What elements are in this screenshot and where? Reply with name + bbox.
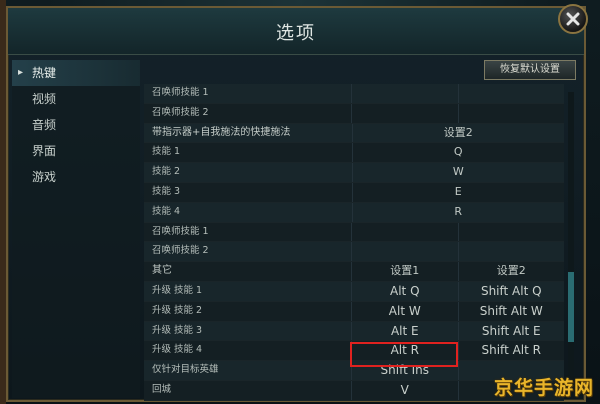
close-button[interactable] <box>558 4 588 34</box>
section-label: 其它 <box>152 265 172 277</box>
table-row: 召唤师技能 2 <box>144 242 564 263</box>
key-slot-2[interactable] <box>457 242 564 262</box>
sidebar-item-interface[interactable]: 界面 <box>12 138 140 164</box>
sidebar: 热键 视频 音频 界面 游戏 <box>12 60 140 398</box>
scrollbar[interactable] <box>568 92 574 388</box>
sidebar-item-video[interactable]: 视频 <box>12 86 140 112</box>
watermark: 京华手游网 <box>493 377 594 399</box>
key-slot-2[interactable]: Shift Alt R <box>457 341 564 361</box>
key-slot-1[interactable] <box>351 84 457 103</box>
key-slot[interactable]: R <box>351 202 564 222</box>
table-row: 升级 技能 2 Alt W Shift Alt W <box>144 301 564 322</box>
table-row: 召唤师技能 2 <box>144 103 564 124</box>
highlight-annotation <box>350 342 458 367</box>
table-row: 技能 2 W <box>144 163 564 183</box>
row-label: 升级 技能 4 <box>152 344 203 356</box>
sidebar-item-hotkeys[interactable]: 热键 <box>12 60 140 86</box>
key-slot-2[interactable] <box>457 222 564 242</box>
sidebar-item-game[interactable]: 游戏 <box>12 164 140 190</box>
close-icon <box>566 12 580 26</box>
sidebar-item-label: 热键 <box>32 66 57 80</box>
table-row: 升级 技能 1 Alt Q Shift Alt Q <box>144 281 564 302</box>
sidebar-item-label: 视频 <box>32 92 57 106</box>
row-label: 召唤师技能 1 <box>152 87 209 98</box>
sidebar-item-label: 游戏 <box>32 170 57 184</box>
key-slot-1[interactable] <box>351 103 457 123</box>
key-slot[interactable]: W <box>351 163 564 182</box>
table-row: 召唤师技能 1 <box>144 84 564 104</box>
row-label: 升级 技能 2 <box>152 304 203 316</box>
key-slot[interactable]: E <box>351 182 564 202</box>
key-slot-2[interactable]: Shift Alt E <box>457 321 564 341</box>
scrollbar-thumb[interactable] <box>568 272 574 342</box>
titlebar: 选项 <box>8 8 584 55</box>
window-title: 选项 <box>276 23 316 44</box>
row-label: 技能 2 <box>152 166 181 178</box>
table-row: 技能 3 E <box>144 182 564 203</box>
row-label: 升级 技能 1 <box>152 284 203 296</box>
table-section-header: 其它 设置1 设置2 <box>144 262 564 282</box>
table-row: 技能 1 Q <box>144 143 564 164</box>
row-label: 技能 4 <box>152 205 181 217</box>
key-slot-1[interactable] <box>351 222 457 242</box>
sidebar-item-label: 音频 <box>32 118 57 132</box>
row-label: 仅针对目标英雄 <box>152 364 219 376</box>
key-slot-2[interactable]: Shift Alt W <box>457 301 564 321</box>
section-label: 带指示器+自我施法的快捷施法 <box>152 126 291 138</box>
key-slot-1[interactable]: Alt Q <box>351 281 457 301</box>
row-label: 回城 <box>152 383 172 395</box>
key-slot-1[interactable] <box>351 242 457 262</box>
key-slot[interactable]: Q <box>351 143 564 163</box>
key-slot-1[interactable]: V <box>351 380 457 400</box>
row-label: 召唤师技能 2 <box>152 106 209 118</box>
sidebar-item-sound[interactable]: 音频 <box>12 112 140 138</box>
column-header: 设置2 <box>351 123 564 143</box>
table-row: 召唤师技能 1 <box>144 222 564 243</box>
key-slot-1[interactable]: Alt W <box>351 301 457 321</box>
row-label: 技能 1 <box>152 146 181 158</box>
sidebar-item-label: 界面 <box>32 144 57 158</box>
row-label: 召唤师技能 2 <box>152 245 209 257</box>
row-label: 技能 3 <box>152 185 181 197</box>
column-header-1: 设置1 <box>351 262 457 281</box>
key-slot-1[interactable]: Alt E <box>351 321 457 341</box>
key-slot-2[interactable] <box>457 84 564 103</box>
column-header-2: 设置2 <box>457 262 564 281</box>
key-slot-2[interactable] <box>457 103 564 123</box>
table-section-header: 带指示器+自我施法的快捷施法 设置2 <box>144 123 564 144</box>
row-label: 召唤师技能 1 <box>152 225 209 237</box>
table-row: 技能 4 R <box>144 202 564 223</box>
table-row: 升级 技能 3 Alt E Shift Alt E <box>144 321 564 342</box>
row-label: 升级 技能 3 <box>152 324 203 336</box>
reset-defaults-button[interactable]: 恢复默认设置 <box>484 60 576 80</box>
key-slot-2[interactable]: Shift Alt Q <box>457 281 564 301</box>
